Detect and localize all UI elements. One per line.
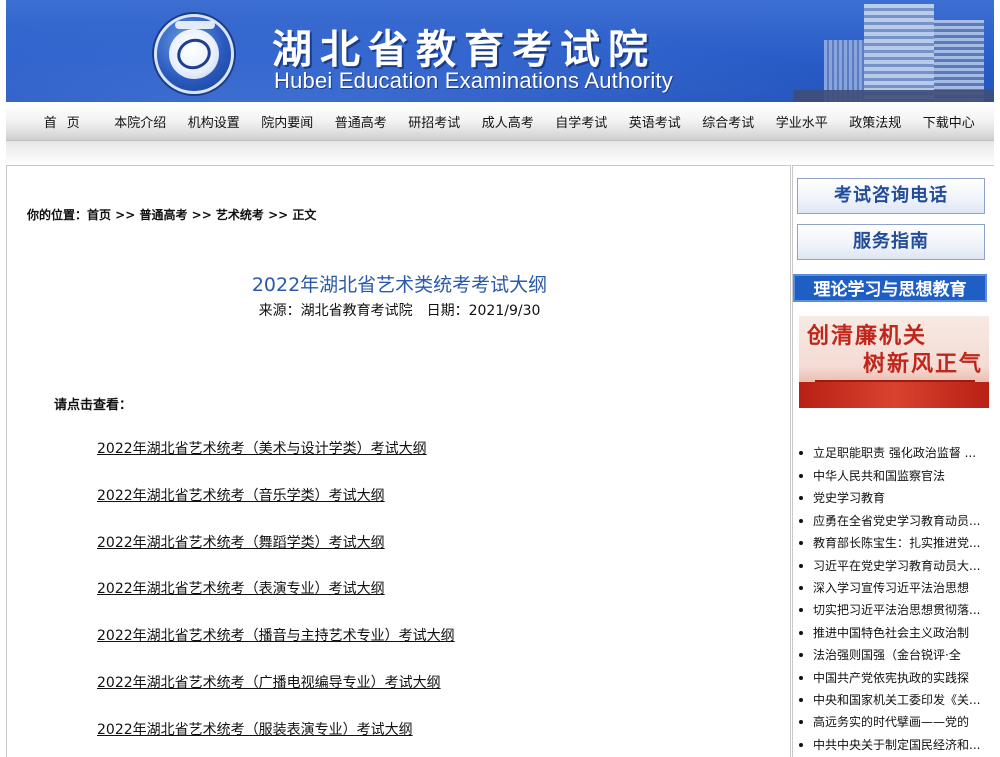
syllabus-link-fashion-show[interactable]: 2022年湖北省艺术统考（服装表演专业）考试大纲	[97, 719, 413, 739]
list-item[interactable]: 法治强则国强（金台锐评·全	[797, 646, 989, 663]
nav-item-self-study[interactable]: 自学考试	[545, 112, 619, 131]
theory-study-section-title[interactable]: 理论学习与思想教育	[793, 274, 987, 302]
site-logo-icon[interactable]	[154, 14, 234, 94]
main-nav: 首页 本院介绍 机构设置 院内要闻 普通高考 研招考试 成人高考 自学考试 英语…	[6, 103, 994, 141]
syllabus-link-broadcasting[interactable]: 2022年湖北省艺术统考（播音与主持艺术专业）考试大纲	[97, 625, 455, 645]
list-item[interactable]: 教育部长陈宝生：扎实推进党...	[797, 534, 989, 551]
list-item[interactable]: 切实把习近平法治思想贯彻落...	[797, 601, 989, 618]
list-item[interactable]: 高远务实的时代擘画——党的	[797, 713, 989, 730]
nav-spacer	[6, 141, 994, 165]
list-item[interactable]: 立足职能职责 强化政治监督 ...	[797, 444, 989, 461]
site-title-cn: 湖北省教育考试院	[272, 26, 656, 73]
nav-item-adult-exam[interactable]: 成人高考	[471, 112, 545, 131]
list-item[interactable]: 中央和国家机关工委印发《关...	[797, 691, 989, 708]
service-guide-button[interactable]: 服务指南	[797, 224, 985, 260]
list-item[interactable]: 应勇在全省党史学习教育动员...	[797, 512, 989, 529]
site-banner: 湖北省教育考试院 Hubei Education Examinations Au…	[6, 0, 994, 102]
nav-item-english-exam[interactable]: 英语考试	[618, 112, 692, 131]
nav-item-about[interactable]: 本院介绍	[104, 112, 178, 131]
syllabus-link-dance[interactable]: 2022年湖北省艺术统考（舞蹈学类）考试大纲	[97, 532, 385, 552]
list-item[interactable]: 中国共产党依宪执政的实践探	[797, 669, 989, 686]
nav-item-download[interactable]: 下载中心	[912, 112, 986, 131]
nav-item-graduate-exam[interactable]: 研招考试	[398, 112, 472, 131]
syllabus-link-fine-arts[interactable]: 2022年湖北省艺术统考（美术与设计学类）考试大纲	[97, 438, 427, 458]
syllabus-link-music[interactable]: 2022年湖北省艺术统考（音乐学类）考试大纲	[97, 485, 385, 505]
right-sidebar: 考试咨询电话 服务指南 理论学习与思想教育 创清廉机关 树新风正气 立足职能职责…	[792, 165, 994, 757]
main-content: 你的位置：首页 >> 普通高考 >> 艺术统考 >> 正文 2022年湖北省艺术…	[6, 165, 791, 757]
nav-item-home[interactable]: 首页	[30, 112, 104, 131]
breadcrumb: 你的位置：首页 >> 普通高考 >> 艺术统考 >> 正文	[27, 208, 317, 222]
nav-item-news[interactable]: 院内要闻	[251, 112, 325, 131]
article-date: 日期：2021/9/30	[426, 303, 541, 319]
list-item[interactable]: 推进中国特色社会主义政治制	[797, 624, 989, 641]
list-item[interactable]: 中共中央关于制定国民经济和...	[797, 736, 989, 753]
article-title: 2022年湖北省艺术类统考考试大纲	[251, 274, 548, 296]
syllabus-link-performance[interactable]: 2022年湖北省艺术统考（表演专业）考试大纲	[97, 578, 385, 598]
article-meta: 来源：湖北省教育考试院 日期：2021/9/30	[7, 300, 792, 320]
integrity-promo-image[interactable]: 创清廉机关 树新风正气	[799, 316, 989, 408]
article-intro: 请点击查看：	[54, 398, 133, 413]
nav-item-organization[interactable]: 机构设置	[177, 112, 251, 131]
nav-item-comprehensive-exam[interactable]: 综合考试	[692, 112, 766, 131]
list-item[interactable]: 习近平在党史学习教育动员大...	[797, 557, 989, 574]
exam-hotline-button[interactable]: 考试咨询电话	[797, 178, 985, 214]
article-source: 来源：湖北省教育考试院	[258, 303, 413, 319]
building-image	[794, 0, 994, 102]
syllabus-link-tv-directing[interactable]: 2022年湖北省艺术统考（广播电视编导专业）考试大纲	[97, 672, 441, 692]
nav-item-academic-level[interactable]: 学业水平	[765, 112, 839, 131]
list-item[interactable]: 党史学习教育	[797, 489, 989, 506]
promo-line-2: 树新风正气	[863, 351, 984, 377]
nav-item-gaokao[interactable]: 普通高考	[324, 112, 398, 131]
list-item[interactable]: 深入学习宣传习近平法治思想	[797, 579, 989, 596]
site-title-en: Hubei Education Examinations Authority	[274, 68, 673, 93]
nav-item-policy[interactable]: 政策法规	[839, 112, 913, 131]
list-item[interactable]: 中华人民共和国监察官法	[797, 467, 989, 484]
